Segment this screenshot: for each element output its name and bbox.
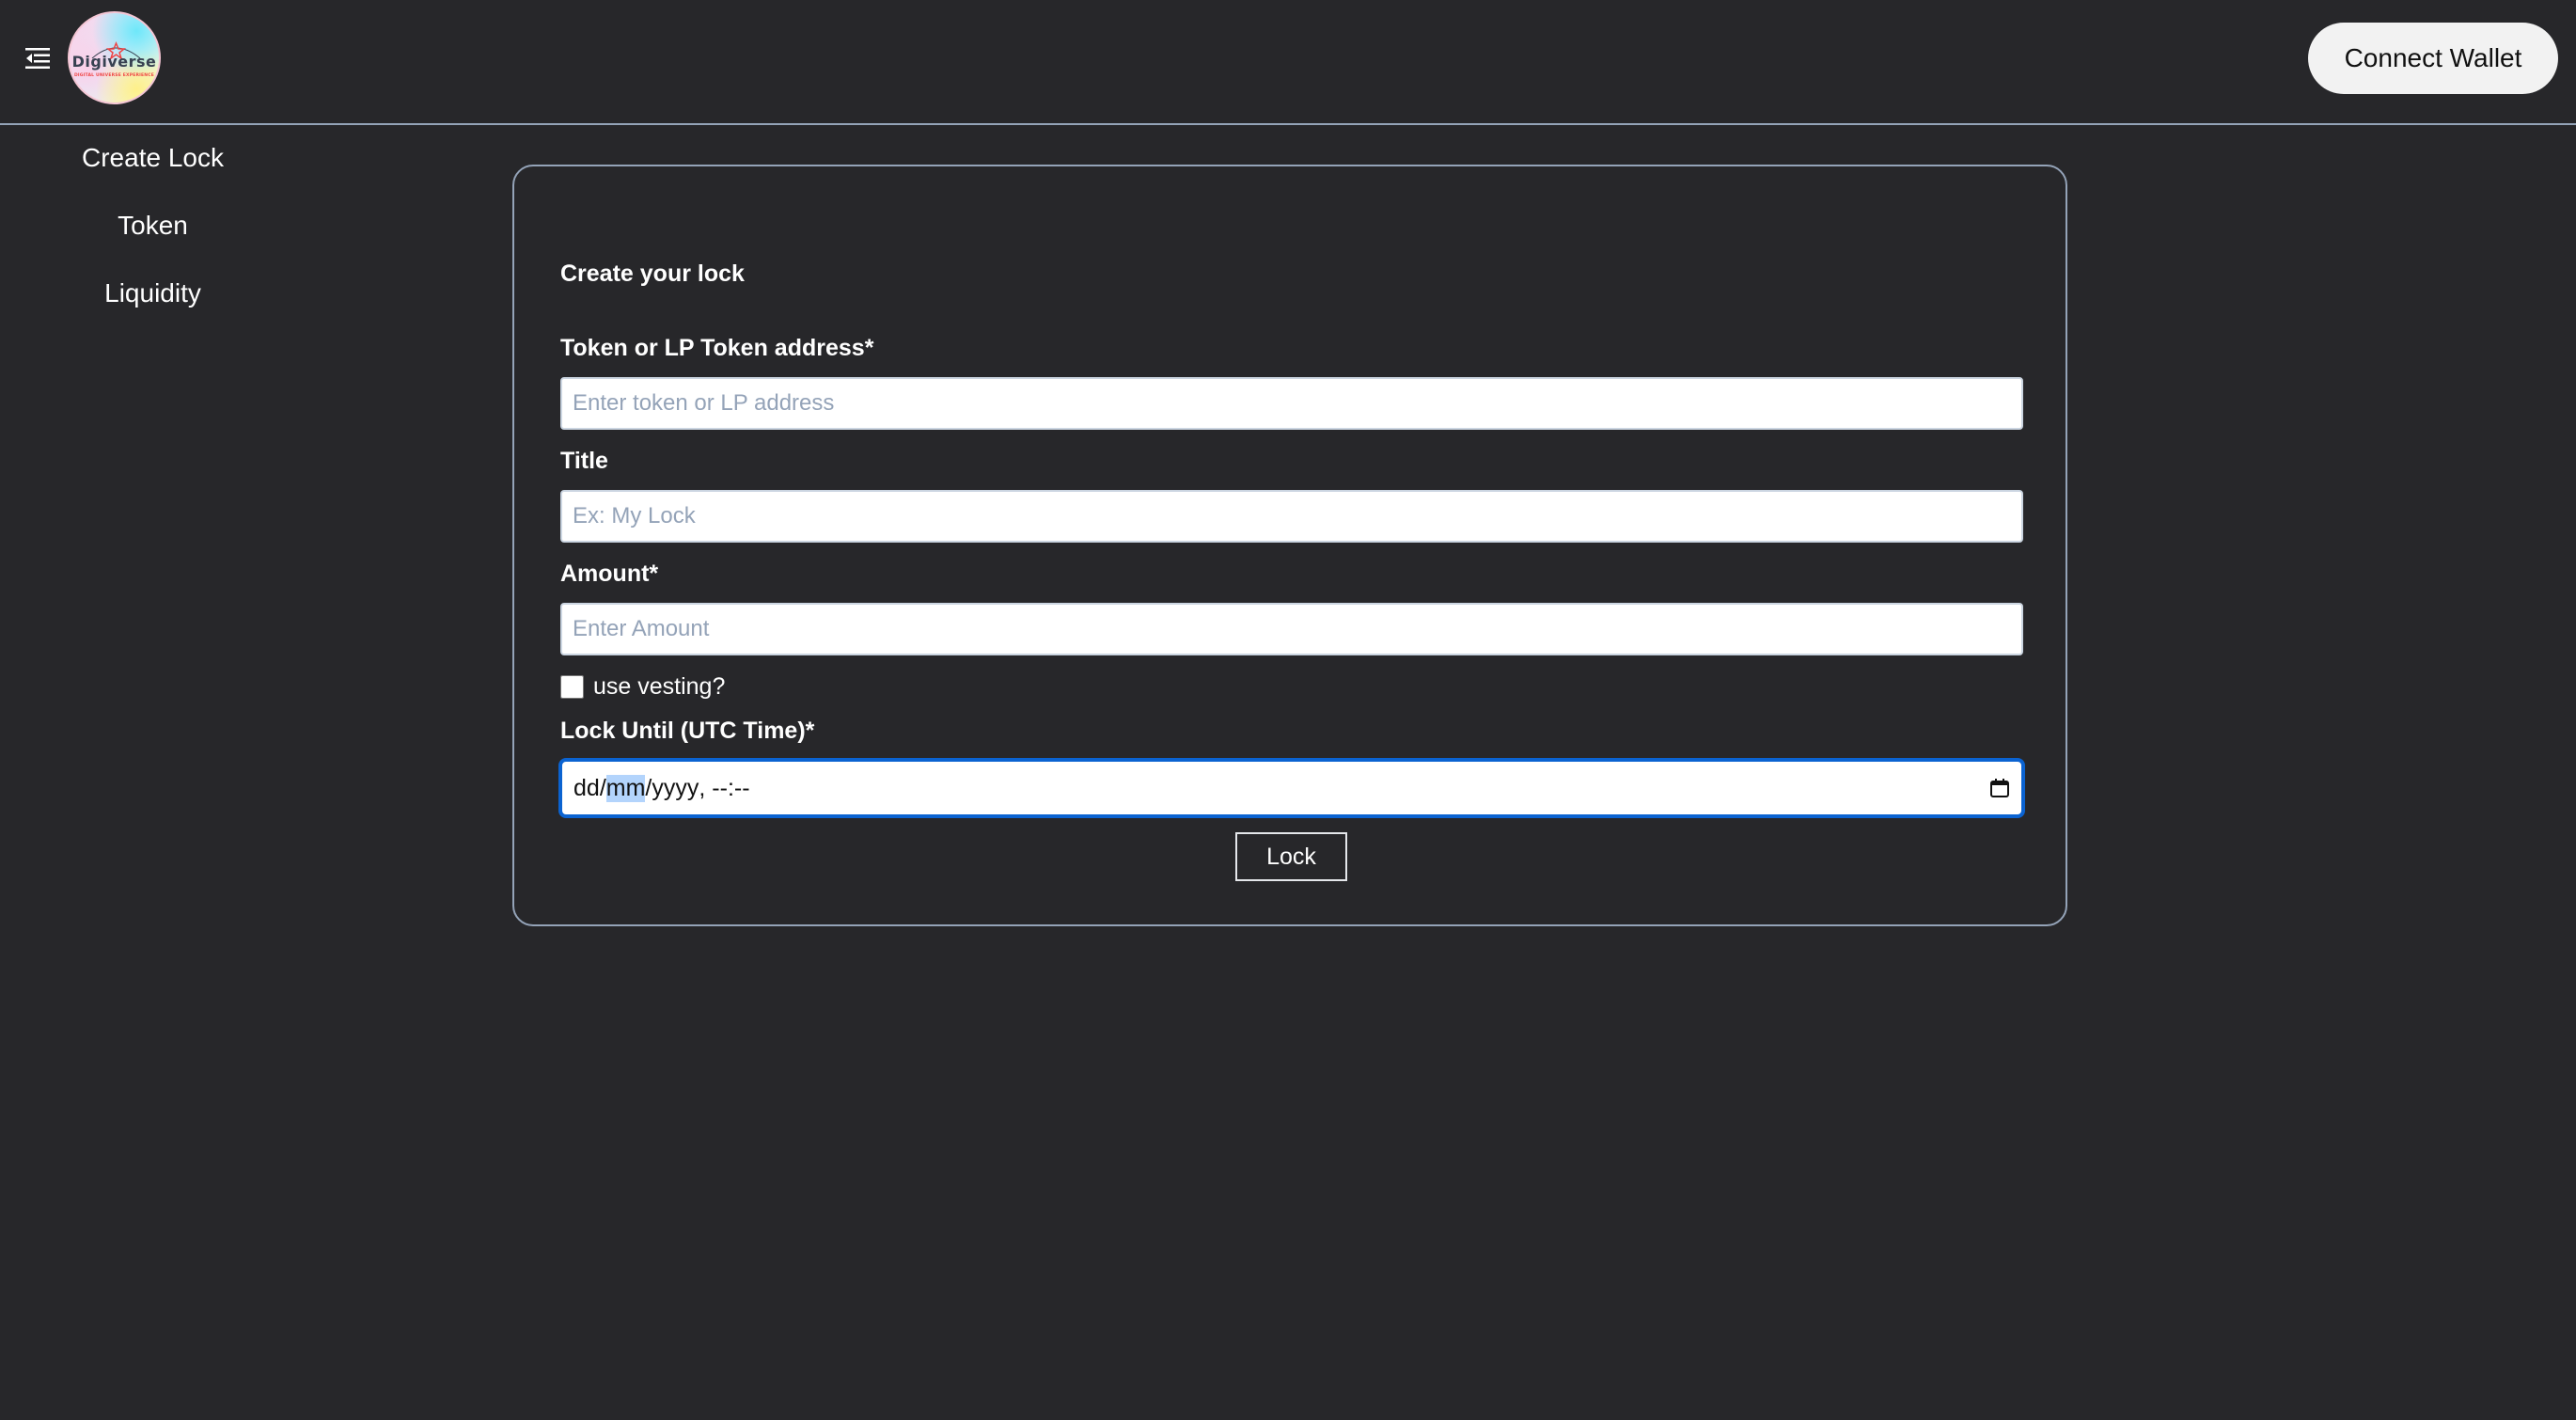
use-vesting-checkbox[interactable] [560,674,584,699]
connect-wallet-button[interactable]: Connect Wallet [2308,23,2558,94]
time-minute-segment[interactable]: -- [734,775,750,802]
title-label: Title [560,448,608,474]
title-input[interactable] [560,490,2023,543]
form-title: Create your lock [560,260,745,287]
token-address-label: Token or LP Token address* [560,335,874,361]
create-lock-card: Create your lock Token or LP Token addre… [512,165,2067,926]
digiverse-logo[interactable]: Digiverse DIGITAL UNIVERSE EXPERIENCE [68,11,161,104]
lock-until-label: Lock Until (UTC Time)* [560,718,815,744]
lock-button[interactable]: Lock [1235,832,1347,881]
sidebar-item-token[interactable]: Token [0,207,306,245]
use-vesting-row: use vesting? [560,672,725,701]
time-separator: : [727,774,734,801]
calendar-icon[interactable] [1989,778,2010,798]
date-year-segment[interactable]: yyyy [652,775,699,802]
menu-collapse-icon[interactable] [23,43,53,73]
logo-name: Digiverse [71,53,157,71]
date-separator: , [699,774,713,801]
sidebar-item-liquidity[interactable]: Liquidity [0,275,306,312]
use-vesting-label[interactable]: use vesting? [593,673,725,701]
time-hour-segment[interactable]: -- [712,775,728,802]
date-month-segment[interactable]: mm [605,774,646,802]
amount-input[interactable] [560,603,2023,655]
amount-label: Amount* [560,560,659,587]
sidebar-item-create-lock[interactable]: Create Lock [0,139,306,177]
date-separator: / [599,774,606,801]
top-header: Digiverse DIGITAL UNIVERSE EXPERIENCE Co… [0,0,2576,125]
date-separator: / [645,774,652,801]
lock-until-datetime-input[interactable]: dd / mm / yyyy, --: -- [558,758,2025,818]
date-day-segment[interactable]: dd [573,775,600,802]
token-address-input[interactable] [560,377,2023,430]
logo-tagline: DIGITAL UNIVERSE EXPERIENCE [73,73,155,78]
